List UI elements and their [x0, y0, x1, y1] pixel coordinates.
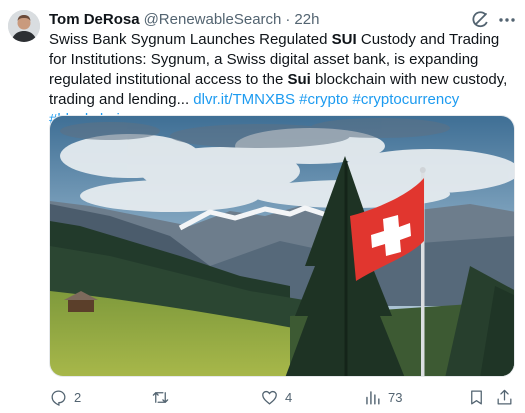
tweet-text-bold-sui: SUI	[331, 31, 357, 48]
action-bar: 2 4 73	[49, 386, 515, 408]
reply-button[interactable]: 2	[49, 386, 81, 408]
landscape-photo	[50, 116, 514, 376]
separator-dot: ·	[285, 11, 291, 28]
tweet-text-part-1: Swiss Bank Sygnum Launches Regulated	[49, 31, 332, 48]
author-handle[interactable]: @RenewableSearch	[144, 10, 282, 30]
share-icon	[497, 389, 512, 404]
bookmark-icon	[471, 390, 482, 404]
tweet-media-image[interactable]	[49, 115, 515, 377]
avatar-image	[8, 10, 40, 42]
hashtag-crypto[interactable]: #crypto	[299, 91, 348, 108]
like-count: 4	[285, 389, 293, 405]
repost-button[interactable]	[151, 386, 176, 408]
repost-icon	[152, 391, 169, 403]
author-name[interactable]: Tom DeRosa	[49, 10, 140, 30]
more-icon[interactable]	[497, 10, 517, 30]
hashtag-cryptocurrency[interactable]: #cryptocurrency	[353, 91, 460, 108]
tweet-link[interactable]: dlvr.it/TMNXBS	[193, 91, 295, 108]
grok-icon[interactable]	[470, 10, 490, 30]
avatar[interactable]	[8, 10, 40, 42]
views-count: 73	[388, 389, 403, 405]
bookmark-button[interactable]	[467, 386, 486, 408]
like-icon	[262, 390, 277, 405]
share-button[interactable]	[495, 386, 514, 408]
tweet-header: Tom DeRosa @RenewableSearch · 22h	[49, 10, 449, 30]
tweet[interactable]: Tom DeRosa @RenewableSearch · 22h Swiss …	[0, 0, 525, 413]
reply-count: 2	[74, 389, 82, 405]
timestamp[interactable]: 22h	[294, 10, 319, 30]
tweet-text-bold-sui-2: Sui	[287, 71, 311, 88]
reply-icon	[51, 390, 66, 406]
like-button[interactable]: 4	[260, 386, 292, 408]
views-button[interactable]: 73	[363, 386, 402, 408]
views-icon	[366, 390, 380, 405]
